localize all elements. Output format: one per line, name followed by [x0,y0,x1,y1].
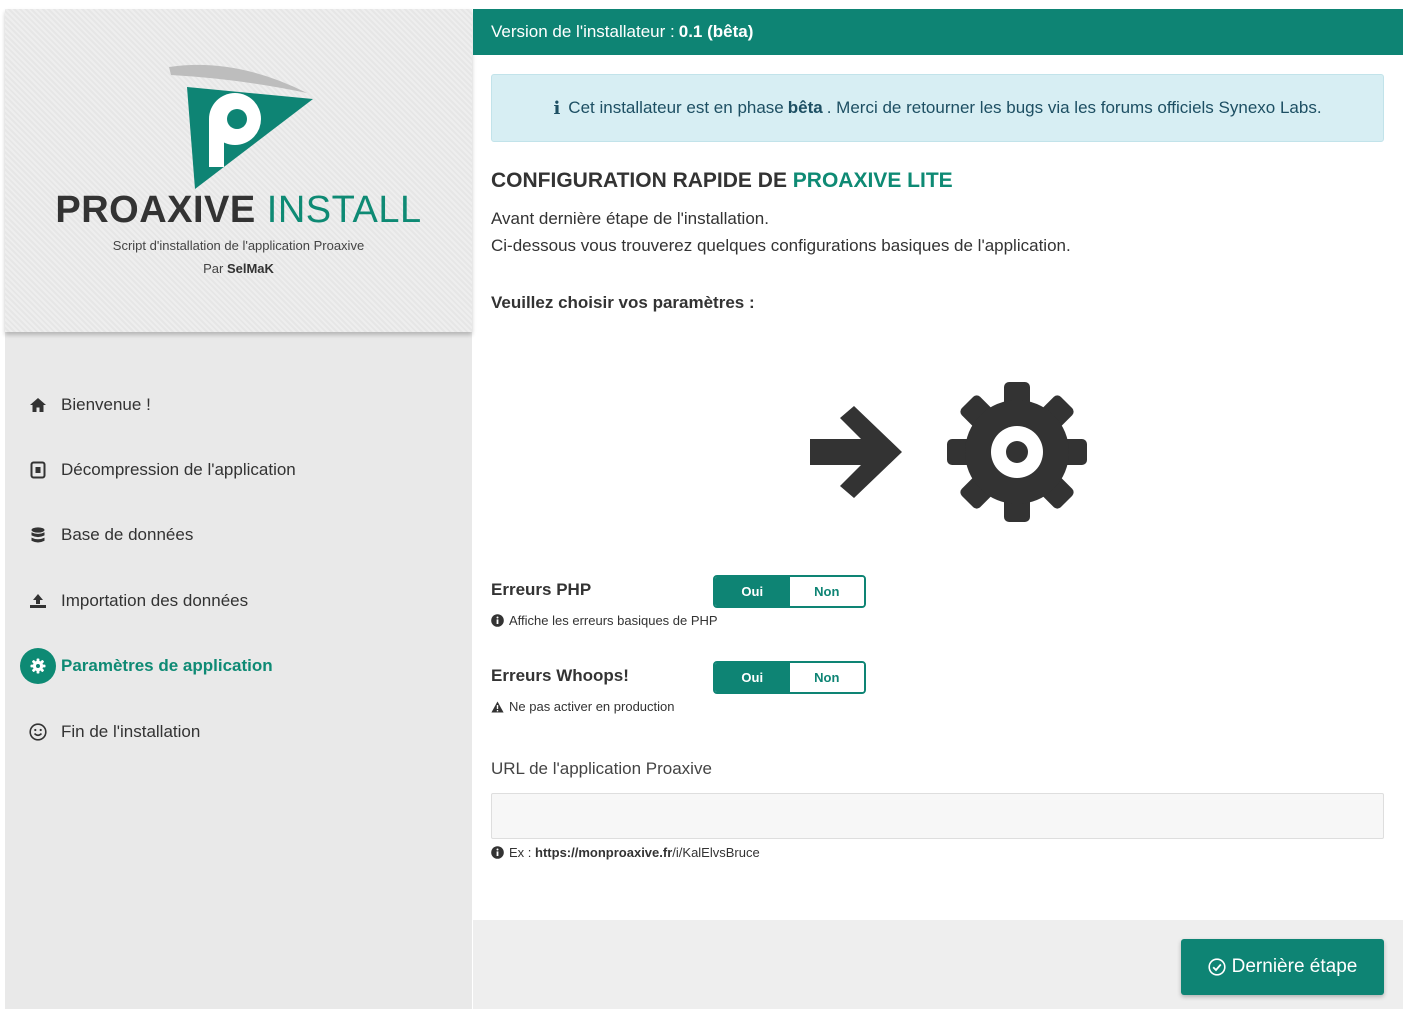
page-title-prefix: CONFIGURATION RAPIDE DE [491,169,787,192]
version-value: 0.1 (bêta) [678,22,754,41]
app-url-example-domain: https://monproaxive.fr [535,845,673,860]
brand-subtitle: Script d'installation de l'application P… [112,238,365,253]
page-title: CONFIGURATION RAPIDE DE PROAXIVE LITE [491,169,953,193]
info-icon: i [553,97,561,119]
brand-author-name: SelMaK [226,261,274,276]
php-errors-toggle[interactable]: Oui Non [713,575,866,608]
nav-label-import: Importation des données [61,590,249,610]
nav-label-database: Base de données [61,525,194,545]
smile-icon [19,713,57,751]
brand-title-bold: PROAXIVE [55,189,256,231]
last-step-button[interactable]: Dernière étape [1181,939,1384,995]
app-url-label: URL de l'application Proaxive [491,759,712,778]
app-url-example-path: /i/KalElvsBruce [672,845,760,860]
php-errors-label: Erreurs PHP [491,580,592,599]
nav-item-import[interactable]: Importation des données [19,568,459,633]
whoops-errors-label: Erreurs Whoops! [491,666,629,685]
nav-item-welcome[interactable]: Bienvenue ! [19,372,459,437]
whoops-errors-toggle[interactable]: Oui Non [713,661,866,694]
nav-label-decompression: Décompression de l'application [61,460,296,480]
sidebar: PROAXIVE INSTALL Script d'installation d… [5,9,472,1009]
step-nav: Bienvenue ! Décompression de l'applicati… [19,372,459,764]
nav-label-finish: Fin de l'installation [61,721,201,741]
php-errors-hint-text: Affiche les erreurs basiques de PHP [509,613,718,628]
app-url-example-prefix: Ex : [509,845,532,860]
brand-author-prefix: Par [203,261,224,276]
alert-text-bold: bêta [787,98,823,117]
brand-header: PROAXIVE INSTALL Script d'installation d… [5,9,472,332]
app-url-input[interactable] [491,793,1384,839]
beta-alert: i Cet installateur est en phase bêta . M… [491,74,1384,142]
php-errors-no[interactable]: Non [789,577,864,606]
whoops-errors-yes[interactable]: Oui [715,663,790,692]
nav-item-settings[interactable]: Paramètres de application [19,634,459,699]
version-bar: Version de l'installateur : 0.1 (bêta) [473,9,1403,55]
whoops-errors-no[interactable]: Non [789,663,864,692]
alert-text-after: . Merci de retourner les bugs via les fo… [826,98,1322,117]
last-step-label: Dernière étape [1231,956,1358,977]
version-label: Version de l'installateur : [491,22,675,41]
nav-item-decompression[interactable]: Décompression de l'application [19,437,459,502]
arrow-right-icon [810,406,902,498]
choose-params-label: Veuillez choisir vos paramètres : [491,293,755,312]
archive-icon [19,451,57,489]
nav-label-settings: Paramètres de application [61,656,273,676]
intro-line-2: Ci-dessous vous trouverez quelques confi… [491,236,1071,255]
home-icon [19,386,57,424]
upload-icon [19,582,57,620]
info-circle-icon [491,614,504,627]
proaxive-logo [165,61,315,196]
page-title-accent: PROAXIVE LITE [792,169,953,192]
nav-label-welcome: Bienvenue ! [61,394,151,414]
database-icon [19,516,57,554]
nav-item-finish[interactable]: Fin de l'installation [19,699,459,764]
brand-title-light: INSTALL [266,189,422,231]
brand-title: PROAXIVE INSTALL [5,189,472,232]
warning-icon [491,700,504,713]
intro-line-1: Avant dernière étape de l'installation. [491,209,769,228]
settings-illustration [806,380,1096,533]
whoops-errors-hint-text: Ne pas activer en production [509,699,675,714]
app-url-example: Ex : https://monproaxive.fr/i/KalElvsBru… [491,845,760,860]
nav-item-database[interactable]: Base de données [19,503,459,568]
gear-icon [20,648,56,685]
whoops-errors-hint: Ne pas activer en production [491,699,674,714]
php-errors-yes[interactable]: Oui [715,577,790,606]
php-errors-hint: Affiche les erreurs basiques de PHP [491,613,718,628]
check-circle-icon [1208,958,1226,976]
alert-text-before: Cet installateur est en phase [568,98,784,117]
nav-icon-settings [19,647,57,685]
brand-author: Par SelMaK [5,261,472,276]
info-circle-icon [491,846,504,859]
